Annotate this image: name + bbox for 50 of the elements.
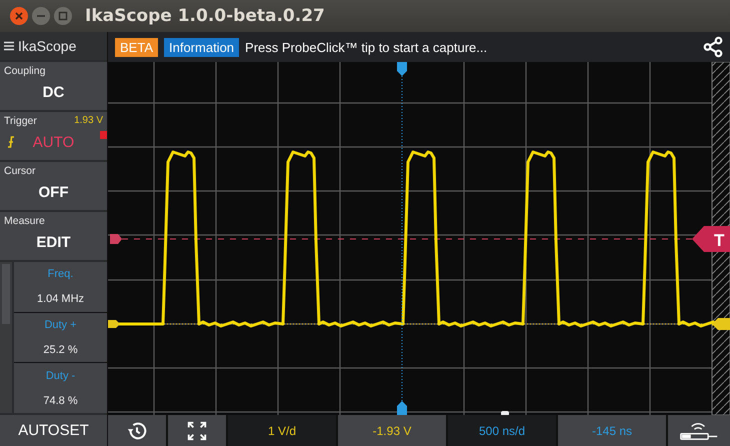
position-marker[interactable] [501, 411, 509, 415]
offset-marker[interactable] [108, 320, 120, 328]
close-icon[interactable] [9, 6, 29, 26]
menu-icon[interactable] [4, 41, 14, 51]
sidebar-panel[interactable]: Measure EDIT [0, 212, 107, 260]
scale-readout[interactable]: 500 ns/d [448, 415, 556, 446]
scale-readout[interactable]: 1 V/d [228, 415, 336, 446]
cursor-marker[interactable] [397, 401, 407, 415]
app-name: IkaScope [18, 38, 76, 54]
sidebar-panel[interactable]: Trigger 1.93 V AUTO [0, 112, 107, 160]
fullscreen-button[interactable] [168, 415, 226, 446]
sidebar-panel[interactable]: Coupling DC [0, 62, 107, 110]
section-label: Cursor [4, 165, 36, 177]
section-value: AUTO [32, 134, 74, 150]
section-label: Coupling [4, 65, 46, 77]
probe-button[interactable] [668, 415, 730, 446]
history-icon [126, 420, 148, 442]
scrollbar[interactable] [0, 262, 12, 413]
status-message: Press ProbeClick™ tip to start a capture... [245, 40, 488, 54]
measurement-value: 1.04 MHz [36, 293, 84, 306]
share-icon[interactable] [702, 36, 724, 58]
autoset-button[interactable]: AUTOSET [0, 415, 107, 446]
fullscreen-icon [186, 420, 208, 442]
maximize-icon[interactable] [53, 6, 73, 26]
offset-readout[interactable]: -1.93 V [338, 415, 446, 446]
measurement-value: 74.8 % [43, 394, 78, 407]
status-badge: Information [164, 38, 240, 56]
offset-marker[interactable] [712, 318, 730, 330]
section-label: Trigger [4, 115, 37, 127]
section-value: DC [42, 84, 64, 100]
measurement-name: Duty - [46, 370, 76, 382]
history-button[interactable] [108, 415, 166, 446]
trigger-handle[interactable]: T [692, 226, 730, 252]
status-badge: BETA [115, 38, 158, 56]
section-value: OFF [38, 184, 68, 200]
trigger-level: 1.93 V [74, 115, 103, 127]
sidebar-panel[interactable]: Cursor OFF [0, 162, 107, 210]
section-label: Measure [4, 215, 45, 227]
trigger-level-marker [100, 131, 107, 139]
measurement-name: Freq. [48, 268, 74, 280]
measurement-name: Duty + [44, 319, 77, 332]
measurement-card[interactable]: Duty - 74.8 % [14, 363, 107, 414]
measurement-value: 25.2 % [43, 344, 78, 356]
section-value: EDIT [36, 234, 71, 250]
trigger-marker[interactable] [110, 234, 122, 244]
cursor-marker[interactable] [397, 62, 407, 76]
measurement-card[interactable]: Duty + 25.2 % [14, 312, 107, 362]
measurement-card[interactable]: Freq. 1.04 MHz [14, 262, 107, 312]
window-title: IkaScope 1.0.0-beta.0.27 [85, 6, 325, 26]
rising-edge-icon [7, 136, 15, 148]
